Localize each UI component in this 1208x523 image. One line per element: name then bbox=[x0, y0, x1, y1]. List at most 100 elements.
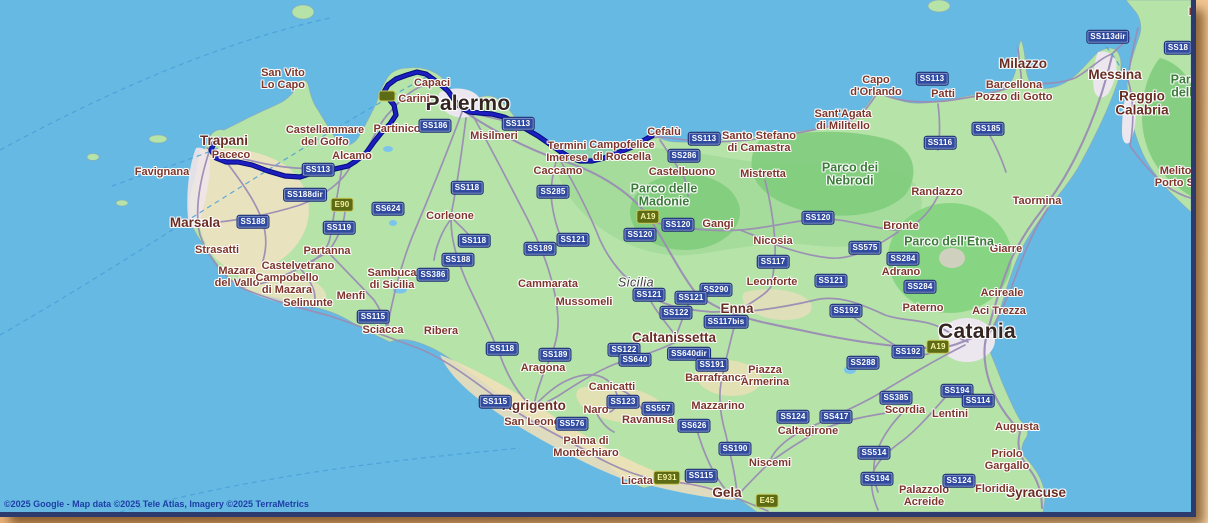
map-viewport[interactable]: PalermoCataniaTrapaniMarsalaMessinaMilaz… bbox=[0, 0, 1196, 517]
place-label-mazara-del-vallo: Mazaradel Vallo bbox=[215, 266, 260, 290]
place-label-mazzarino: Mazzarino bbox=[691, 401, 744, 413]
road-shield-ss286: SS286 bbox=[667, 149, 700, 163]
place-label-caccamo: Caccamo bbox=[534, 166, 583, 178]
place-label-selinunte: Selinunte bbox=[283, 298, 333, 310]
place-label-campobello-di-mazara: Campobellodi Mazara bbox=[256, 273, 319, 297]
place-label-ravanusa: Ravanusa bbox=[622, 415, 674, 427]
road-shield-ss122: SS122 bbox=[659, 306, 692, 320]
place-label-barcellona-pozzo-di-gotto: BarcellonaPozzo di Gotto bbox=[976, 80, 1053, 104]
road-shield-ss116: SS116 bbox=[924, 136, 957, 150]
road-shield-ss118: SS118 bbox=[486, 342, 519, 356]
road-shield-ss113: SS113 bbox=[302, 163, 335, 177]
place-label-caltagirone: Caltagirone bbox=[778, 426, 839, 438]
place-label-mussomeli: Mussomeli bbox=[556, 297, 613, 309]
road-shield-ss18: SS18 bbox=[1164, 41, 1192, 55]
place-label-menfi: Menfi bbox=[337, 291, 366, 303]
place-label-paterno: Paterno bbox=[903, 303, 944, 315]
road-shield-ss190: SS190 bbox=[718, 442, 751, 456]
road-shield-ss288: SS288 bbox=[846, 356, 879, 370]
place-label-favignana: Favignana bbox=[135, 167, 189, 179]
road-shield-ss120: SS120 bbox=[623, 228, 656, 242]
place-label-san-leone: San Leone bbox=[504, 417, 560, 429]
place-label-palma-di-montechiaro: Palma diMontechiaro bbox=[553, 436, 618, 460]
road-shield-ss124: SS124 bbox=[942, 474, 975, 488]
road-shield-a19: A19 bbox=[636, 210, 659, 224]
place-label-pal: Pal bbox=[1189, 7, 1196, 19]
map-labels-layer: PalermoCataniaTrapaniMarsalaMessinaMilaz… bbox=[0, 0, 1191, 512]
place-label-partinico: Partinico bbox=[373, 124, 420, 136]
road-shield-ss191: SS191 bbox=[695, 358, 728, 372]
place-label-reggio-calabria: ReggioCalabria bbox=[1115, 90, 1168, 119]
road-shield-ss284: SS284 bbox=[886, 252, 919, 266]
road-shield-ss285: SS285 bbox=[536, 185, 569, 199]
place-label-cammarata: Cammarata bbox=[518, 279, 578, 291]
place-label-misilmeri: Misilmeri bbox=[470, 131, 518, 143]
road-shield-e931: E931 bbox=[653, 471, 680, 485]
place-label-castelvetrano: Castelvetrano bbox=[262, 261, 335, 273]
road-shield-ss189: SS189 bbox=[523, 242, 556, 256]
place-label-aragona: Aragona bbox=[521, 363, 566, 375]
place-label-cefal-: Cefalù bbox=[647, 127, 681, 139]
road-shield-ss113: SS113 bbox=[502, 117, 535, 131]
place-label-carini: Carini bbox=[398, 94, 429, 106]
place-label-ribera: Ribera bbox=[424, 326, 458, 338]
place-label-leonforte: Leonforte bbox=[747, 277, 798, 289]
road-shield-ss624: SS624 bbox=[371, 202, 404, 216]
place-label-messina: Messina bbox=[1088, 68, 1141, 82]
place-label-augusta: Augusta bbox=[995, 422, 1039, 434]
place-label-trapani: Trapani bbox=[200, 134, 248, 148]
road-shield-e45: E45 bbox=[756, 494, 779, 508]
place-label-milazzo: Milazzo bbox=[999, 57, 1047, 71]
road-shield-ss120: SS120 bbox=[661, 218, 694, 232]
place-label-canicatti: Canicatti bbox=[589, 382, 635, 394]
place-label-scordia: Scordia bbox=[885, 405, 925, 417]
place-label-bronte: Bronte bbox=[883, 221, 918, 233]
road-shield-ss118: SS118 bbox=[451, 181, 484, 195]
place-label-corleone: Corleone bbox=[426, 211, 474, 223]
place-label-parco-delle-madonie: Parco delleMadonie bbox=[631, 183, 698, 210]
place-label-alcamo: Alcamo bbox=[332, 151, 372, 163]
place-label-castellammare-del-golfo: Castellammaredel Golfo bbox=[286, 125, 364, 149]
place-label-parco-dei-nebrodi: Parco deiNebrodi bbox=[822, 162, 878, 189]
place-label-adrano: Adrano bbox=[882, 267, 921, 279]
place-label-aci-trezza: Aci Trezza bbox=[972, 306, 1026, 318]
road-shield-ss575: SS575 bbox=[848, 241, 881, 255]
road-shield-ss189: SS189 bbox=[538, 348, 571, 362]
road-shield-ss188dir: SS188dir bbox=[283, 188, 327, 202]
road-shield-ss115: SS115 bbox=[479, 395, 512, 409]
place-label-naro: Naro bbox=[583, 405, 608, 417]
place-label-termini-imerese: TerminiImerese bbox=[546, 141, 588, 165]
road-shield-obscured bbox=[379, 91, 396, 102]
road-shield-ss194: SS194 bbox=[860, 472, 893, 486]
road-shield-ss120: SS120 bbox=[801, 211, 834, 225]
road-shield-ss119: SS119 bbox=[323, 221, 356, 235]
road-shield-ss121: SS121 bbox=[814, 274, 847, 288]
place-label-sambuca-di-sicilia: Sambucadi Sicilia bbox=[368, 268, 417, 292]
road-shield-ss114: SS114 bbox=[962, 394, 995, 408]
place-label-randazzo: Randazzo bbox=[911, 187, 962, 199]
road-shield-ss576: SS576 bbox=[555, 417, 588, 431]
place-label-parco-dell-a: Parcodell'A bbox=[1171, 74, 1196, 101]
road-shield-ss115: SS115 bbox=[685, 469, 718, 483]
road-shield-a19: A19 bbox=[926, 340, 949, 354]
road-shield-ss113: SS113 bbox=[688, 132, 721, 146]
place-label-sant-agata-di-militello: Sant'Agatadi Militello bbox=[814, 109, 871, 133]
place-label-sciacca: Sciacca bbox=[363, 325, 404, 337]
road-shield-ss113: SS113 bbox=[916, 72, 949, 86]
place-label-gangi: Gangi bbox=[702, 219, 733, 231]
map-copyright: ©2025 Google - Map data ©2025 Tele Atlas… bbox=[4, 499, 309, 509]
place-label-marsala: Marsala bbox=[170, 216, 220, 230]
place-label-santo-stefano-di-camastra: Santo Stefanodi Camastra bbox=[722, 131, 796, 155]
place-label-mistretta: Mistretta bbox=[740, 169, 786, 181]
place-label-nicosia: Nicosia bbox=[753, 236, 792, 248]
place-label-patti: Patti bbox=[931, 89, 955, 101]
place-label-capaci: Capaci bbox=[414, 78, 450, 90]
place-label-castelbuono: Castelbuono bbox=[649, 167, 716, 179]
road-shield-e90: E90 bbox=[331, 198, 354, 212]
place-label-barrafranca: Barrafranca bbox=[685, 373, 747, 385]
place-label-acireale: Acireale bbox=[981, 288, 1024, 300]
place-label-partanna: Partanna bbox=[303, 246, 350, 258]
road-shield-ss385: SS385 bbox=[879, 391, 912, 405]
road-shield-ss115: SS115 bbox=[357, 310, 390, 324]
place-label-catania: Catania bbox=[938, 321, 1016, 343]
